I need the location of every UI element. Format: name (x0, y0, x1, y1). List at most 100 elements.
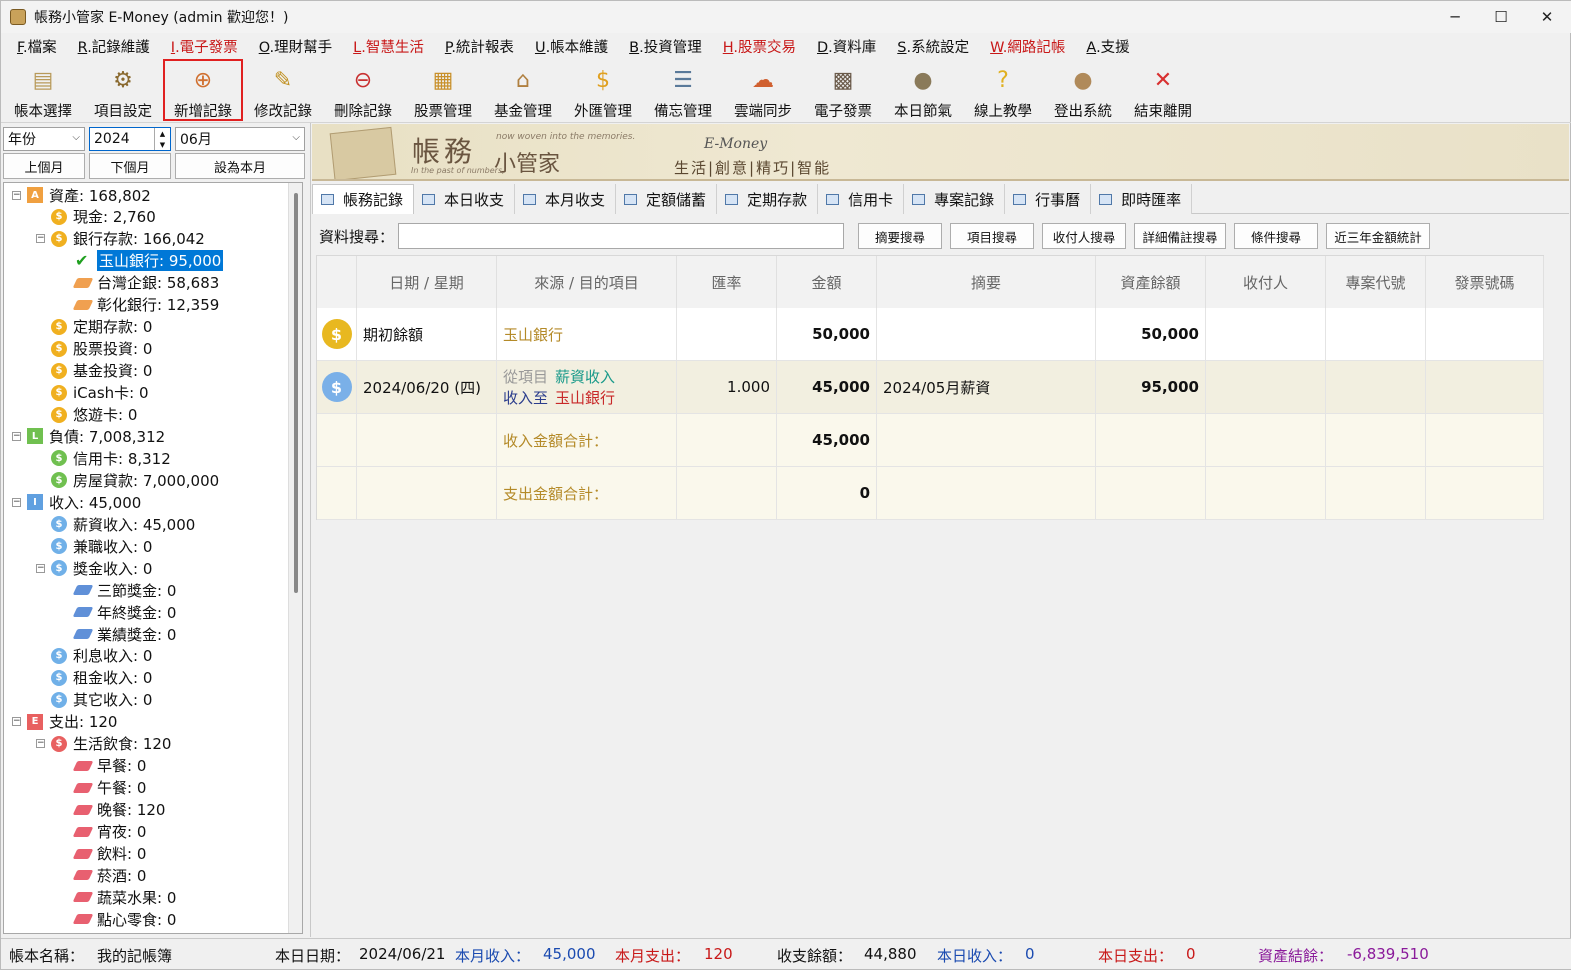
tree-node[interactable]: − L 負債: 7,008,312 (12, 425, 165, 447)
total-cell[interactable] (1426, 414, 1544, 467)
toolbar-button[interactable]: ▦ 股票管理 (403, 59, 483, 121)
column-header[interactable]: 金額 (777, 256, 877, 308)
menu-item[interactable]: R.記錄維護 (78, 36, 150, 57)
tree-node[interactable]: 飲料: 0 (60, 843, 146, 865)
prev-month-button[interactable]: 上個月 (3, 153, 85, 179)
column-header[interactable]: 匯率 (677, 256, 777, 308)
account-tree[interactable]: − A 資產: 168,802 $ 現金: 2,760− $ 銀行存款: 166,042 ✔ 玉… (3, 182, 303, 934)
total-cell[interactable] (1206, 414, 1326, 467)
record-cell[interactable] (1326, 361, 1426, 414)
tab[interactable]: 本月收支 (515, 184, 617, 214)
total-cell[interactable] (357, 467, 497, 520)
total-cell[interactable] (317, 414, 357, 467)
record-cell[interactable] (1426, 361, 1544, 414)
menu-item[interactable]: F.檔案 (17, 36, 57, 57)
tree-node[interactable]: $ 悠遊卡: 0 (36, 404, 137, 426)
search-button[interactable]: 近三年金額統計 (1326, 223, 1431, 249)
total-cell[interactable]: 0 (777, 467, 877, 520)
tree-node[interactable]: − $ 銀行存款: 166,042 (36, 228, 205, 250)
record-cell[interactable]: 2024/06/20 (四) (357, 361, 497, 414)
tree-node[interactable]: 彰化銀行: 12,359 (60, 294, 219, 316)
grid-cell[interactable]: 玉山銀行 (497, 308, 677, 361)
tree-node[interactable]: $ 基金投資: 0 (36, 360, 152, 382)
collapse-toggle-icon[interactable]: − (36, 563, 45, 573)
tree-node[interactable]: $ 現金: 2,760 (36, 206, 156, 228)
search-button[interactable]: 項目搜尋 (950, 223, 1035, 249)
grid-cell[interactable]: 期初餘額 (357, 308, 497, 361)
total-cell[interactable] (1426, 467, 1544, 520)
tree-node[interactable]: $ 兼職收入: 0 (36, 535, 152, 557)
total-cell[interactable] (317, 467, 357, 520)
minimize-button[interactable]: ─ (1432, 1, 1478, 33)
tree-node[interactable]: $ 租金收入: 0 (36, 667, 152, 689)
grid-cell[interactable]: $ (317, 308, 357, 361)
next-month-button[interactable]: 下個月 (89, 153, 171, 179)
column-header[interactable]: 專案代號 (1326, 256, 1426, 308)
record-cell[interactable]: 45,000 (777, 361, 877, 414)
grid-cell[interactable] (1426, 308, 1544, 361)
column-header[interactable]: 發票號碼 (1426, 256, 1544, 308)
tree-node[interactable]: 早餐: 0 (60, 755, 146, 777)
total-cell[interactable] (1096, 414, 1206, 467)
tree-node[interactable]: $ 定期存款: 0 (36, 316, 152, 338)
menu-item[interactable]: S.系統設定 (897, 36, 969, 57)
tree-scrollbar-thumb[interactable] (294, 193, 298, 593)
search-button[interactable]: 詳細備註搜尋 (1134, 223, 1227, 249)
column-header[interactable]: 日期 / 星期 (357, 256, 497, 308)
toolbar-button[interactable]: ▩ 電子發票 (803, 59, 883, 121)
total-cell[interactable] (677, 414, 777, 467)
tree-node[interactable]: $ 利息收入: 0 (36, 645, 152, 667)
menu-item[interactable]: D.資料庫 (817, 36, 876, 57)
tree-node[interactable]: 台灣企銀: 58,683 (60, 272, 219, 294)
grid-cell[interactable] (1206, 308, 1326, 361)
grid-cell[interactable] (877, 308, 1096, 361)
toolbar-button[interactable]: $ 外匯管理 (563, 59, 643, 121)
collapse-toggle-icon[interactable]: − (12, 717, 21, 727)
total-cell[interactable] (1326, 467, 1426, 520)
collapse-toggle-icon[interactable]: − (36, 739, 45, 749)
tree-node[interactable]: $ 房屋貸款: 7,000,000 (36, 469, 219, 491)
tab[interactable]: 即時匯率 (1091, 184, 1193, 214)
tab[interactable]: 本日收支 (414, 184, 516, 214)
tree-scrollbar[interactable] (288, 183, 302, 933)
menu-item[interactable]: I.電子發票 (171, 36, 238, 57)
tab[interactable]: 帳務記錄 (312, 184, 415, 214)
menu-item[interactable]: B.投資管理 (629, 36, 702, 57)
tree-node[interactable]: 年終獎金: 0 (60, 601, 176, 623)
month-select[interactable]: 06月 ⌵ (175, 127, 305, 151)
maximize-button[interactable]: ☐ (1478, 1, 1524, 33)
total-cell[interactable] (877, 414, 1096, 467)
tree-node[interactable]: 業績獎金: 0 (60, 623, 176, 645)
record-cell[interactable]: $ (317, 361, 357, 414)
toolbar-button[interactable]: ⌂ 基金管理 (483, 59, 563, 121)
tree-node[interactable]: $ iCash卡: 0 (36, 382, 149, 404)
total-cell[interactable] (357, 414, 497, 467)
total-cell[interactable] (677, 467, 777, 520)
tree-node[interactable]: $ 股票投資: 0 (36, 338, 152, 360)
tree-node[interactable]: $ 其它收入: 0 (36, 689, 152, 711)
grid-cell[interactable] (677, 308, 777, 361)
tree-node[interactable]: ✔ 玉山銀行: 95,000 (60, 250, 224, 272)
grid-cell[interactable]: 50,000 (777, 308, 877, 361)
toolbar-button[interactable]: ● 本日節氣 (883, 59, 963, 121)
column-header[interactable]: 資產餘額 (1096, 256, 1206, 308)
tree-node[interactable]: − $ 生活飲食: 120 (36, 733, 171, 755)
toolbar-button[interactable]: ✎ 修改記錄 (243, 59, 323, 121)
toolbar-button[interactable]: ? 線上教學 (963, 59, 1043, 121)
column-header[interactable]: 摘要 (877, 256, 1096, 308)
collapse-toggle-icon[interactable]: − (12, 431, 21, 441)
collapse-toggle-icon[interactable]: − (12, 190, 21, 200)
tree-node[interactable]: − A 資產: 168,802 (12, 184, 151, 206)
tree-node[interactable]: 點心零食: 0 (60, 908, 176, 930)
tab[interactable]: 信用卡 (818, 184, 905, 214)
toolbar-button[interactable]: ⚙ 項目設定 (83, 59, 163, 121)
tree-node[interactable]: − E 支出: 120 (12, 711, 117, 733)
toolbar-button[interactable]: ☰ 備忘管理 (643, 59, 723, 121)
menu-item[interactable]: W.網路記帳 (990, 36, 1065, 57)
tab[interactable]: 定額儲蓄 (616, 184, 718, 214)
tree-node[interactable]: 三節獎金: 0 (60, 579, 176, 601)
tree-node[interactable]: − I 收入: 45,000 (12, 491, 141, 513)
toolbar-button[interactable]: ⊖ 刪除記錄 (323, 59, 403, 121)
menu-item[interactable]: A.支援 (1086, 36, 1129, 57)
toolbar-button[interactable]: ☁ 雲端同步 (723, 59, 803, 121)
